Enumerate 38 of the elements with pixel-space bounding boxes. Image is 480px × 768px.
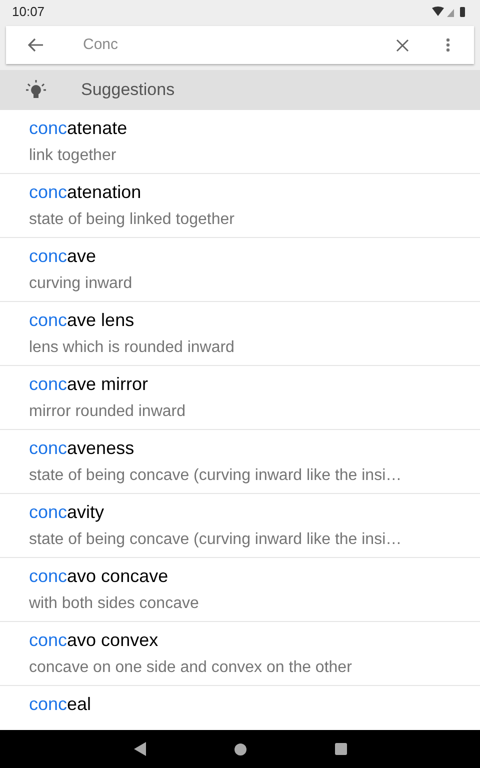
section-title: Suggestions <box>81 79 175 102</box>
suggestion-word: concatenation <box>29 181 142 204</box>
suggestion-definition: state of being concave (curving inward like the insi… <box>29 466 402 486</box>
suggestion-definition: concave on one side and convex on the other <box>29 658 352 678</box>
recents-icon[interactable] <box>334 743 346 755</box>
suggestion-word: concave lens <box>29 309 136 332</box>
suggestion-definition: link together <box>29 146 116 166</box>
suggestion-item[interactable]: concaveness state of being concave (curving inward like the insi… <box>0 430 480 494</box>
suggestion-word: concaveness <box>29 437 136 460</box>
suggestion-word: concave <box>29 245 98 268</box>
lightbulb-icon <box>25 79 47 101</box>
status-icons <box>432 6 468 18</box>
suggestion-definition: state of being concave (curving inward like the insi… <box>29 530 402 550</box>
status-time: 10:07 <box>12 3 45 22</box>
suggestion-definition: mirror rounded inward <box>29 402 186 422</box>
suggestion-word: concave mirror <box>29 373 150 396</box>
suggestion-item[interactable]: concave curving inward <box>0 238 480 302</box>
suggestion-word: concatenate <box>29 117 128 140</box>
back-arrow-icon[interactable] <box>28 38 44 52</box>
suggestion-word: conceal <box>29 693 92 716</box>
more-options-icon[interactable] <box>446 38 450 52</box>
suggestion-definition: state of being linked together <box>29 210 234 230</box>
home-icon[interactable] <box>234 742 246 756</box>
suggestion-item[interactable]: concavo concave with both sides concave <box>0 558 480 622</box>
suggestion-item[interactable]: concatenate link together <box>0 110 480 174</box>
suggestion-definition: lens which is rounded inward <box>29 338 234 358</box>
suggestion-definition: curving inward <box>29 274 132 294</box>
close-icon[interactable] <box>396 38 409 52</box>
back-icon[interactable] <box>134 742 146 756</box>
suggestion-word: concavo concave <box>29 565 170 588</box>
suggestion-item[interactable]: concavity state of being concave (curving inward like the insi… <box>0 494 480 558</box>
suggestion-item[interactable]: concave mirror mirror rounded inward <box>0 366 480 430</box>
suggestion-item[interactable]: concave lens lens which is rounded inward <box>0 302 480 366</box>
suggestion-item[interactable]: concatenation state of being linked together <box>0 174 480 238</box>
suggestion-item[interactable]: concavo convex concave on one side and convex on the other <box>0 622 480 686</box>
suggestion-word: concavity <box>29 501 106 524</box>
suggestion-definition: with both sides concave <box>29 594 199 614</box>
suggestion-word: concavo convex <box>29 629 160 652</box>
